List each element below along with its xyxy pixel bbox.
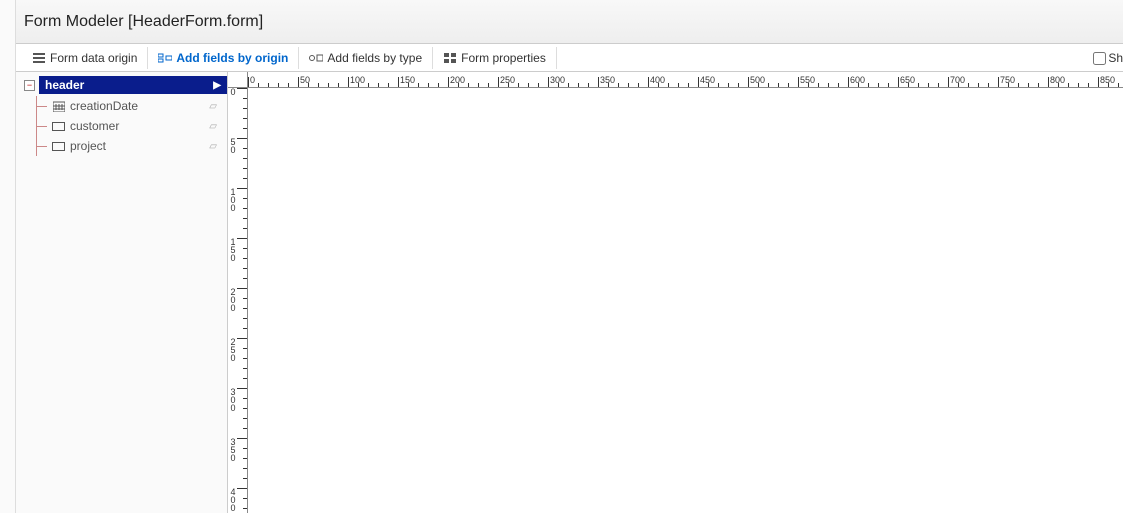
chevron-right-icon: ▶ (213, 80, 221, 91)
sidebar-tree: − header ▶ creationDate ▱ (16, 72, 228, 513)
tree-root-node[interactable]: header ▶ (39, 76, 227, 94)
fields-origin-icon (158, 53, 172, 63)
workspace: − header ▶ creationDate ▱ (16, 72, 1123, 513)
tab-bar: Form data origin Add fields by origin Ad… (16, 44, 1123, 72)
tab-add-fields-by-type[interactable]: Add fields by type (299, 47, 433, 69)
ruler-label: 0 (229, 454, 237, 463)
tab-form-properties[interactable]: Form properties (433, 47, 557, 69)
flag-icon: ▱ (209, 121, 217, 132)
flag-icon: ▱ (209, 101, 217, 112)
main-panel: Form Modeler [HeaderForm.form] Form data… (16, 0, 1123, 513)
tree-item-label: customer (70, 119, 119, 133)
tree-item-label: creationDate (70, 99, 138, 113)
horizontal-ruler: 0501001502002503003504004505005506006507… (248, 72, 1123, 88)
tree-item-label: project (70, 139, 106, 153)
tree-item-project[interactable]: project ▱ (37, 136, 227, 156)
ruler-label: 0 (229, 254, 237, 263)
show-label: Sh (1108, 51, 1123, 65)
collapse-icon[interactable]: − (24, 80, 35, 91)
tree-item-creationdate[interactable]: creationDate ▱ (37, 96, 227, 116)
ruler-label: 0 (229, 304, 237, 313)
ruler-label: 0 (229, 404, 237, 413)
tab-label: Form properties (461, 51, 546, 65)
tree-item-customer[interactable]: customer ▱ (37, 116, 227, 136)
show-checkbox[interactable] (1093, 52, 1106, 65)
ruler-label: 0 (229, 354, 237, 363)
left-gutter (0, 0, 16, 513)
tab-add-fields-by-origin[interactable]: Add fields by origin (148, 47, 299, 69)
canvas-area: 0501001502002503003504004505005506006507… (228, 72, 1123, 513)
title-bar: Form Modeler [HeaderForm.form] (16, 0, 1123, 44)
tree-root-label: header (45, 78, 84, 92)
ruler-label: 0 (229, 204, 237, 213)
tab-label: Add fields by type (327, 51, 422, 65)
ruler-label: 0 (229, 88, 237, 97)
tab-label: Form data origin (50, 51, 137, 65)
rect-icon (52, 121, 65, 132)
ruler-label: 0 (250, 75, 255, 85)
tree-root-row: − header ▶ (24, 76, 227, 94)
page-title: Form Modeler [HeaderForm.form] (24, 13, 263, 31)
tab-label: Add fields by origin (176, 51, 288, 65)
list-icon (32, 53, 46, 63)
tab-form-data-origin[interactable]: Form data origin (22, 47, 148, 69)
ruler-label: 0 (229, 504, 237, 513)
tree-children: creationDate ▱ customer ▱ project ▱ (36, 96, 227, 156)
ruler-label: 0 (229, 146, 237, 155)
fields-type-icon (309, 53, 323, 63)
design-canvas[interactable] (248, 88, 1123, 513)
properties-icon (443, 53, 457, 63)
ruler-corner (228, 72, 248, 88)
right-controls: Sh (1093, 44, 1123, 72)
vertical-ruler: 050100150200250300350400 (228, 88, 248, 513)
rect-icon (52, 141, 65, 152)
calendar-icon (52, 101, 65, 112)
flag-icon: ▱ (209, 141, 217, 152)
